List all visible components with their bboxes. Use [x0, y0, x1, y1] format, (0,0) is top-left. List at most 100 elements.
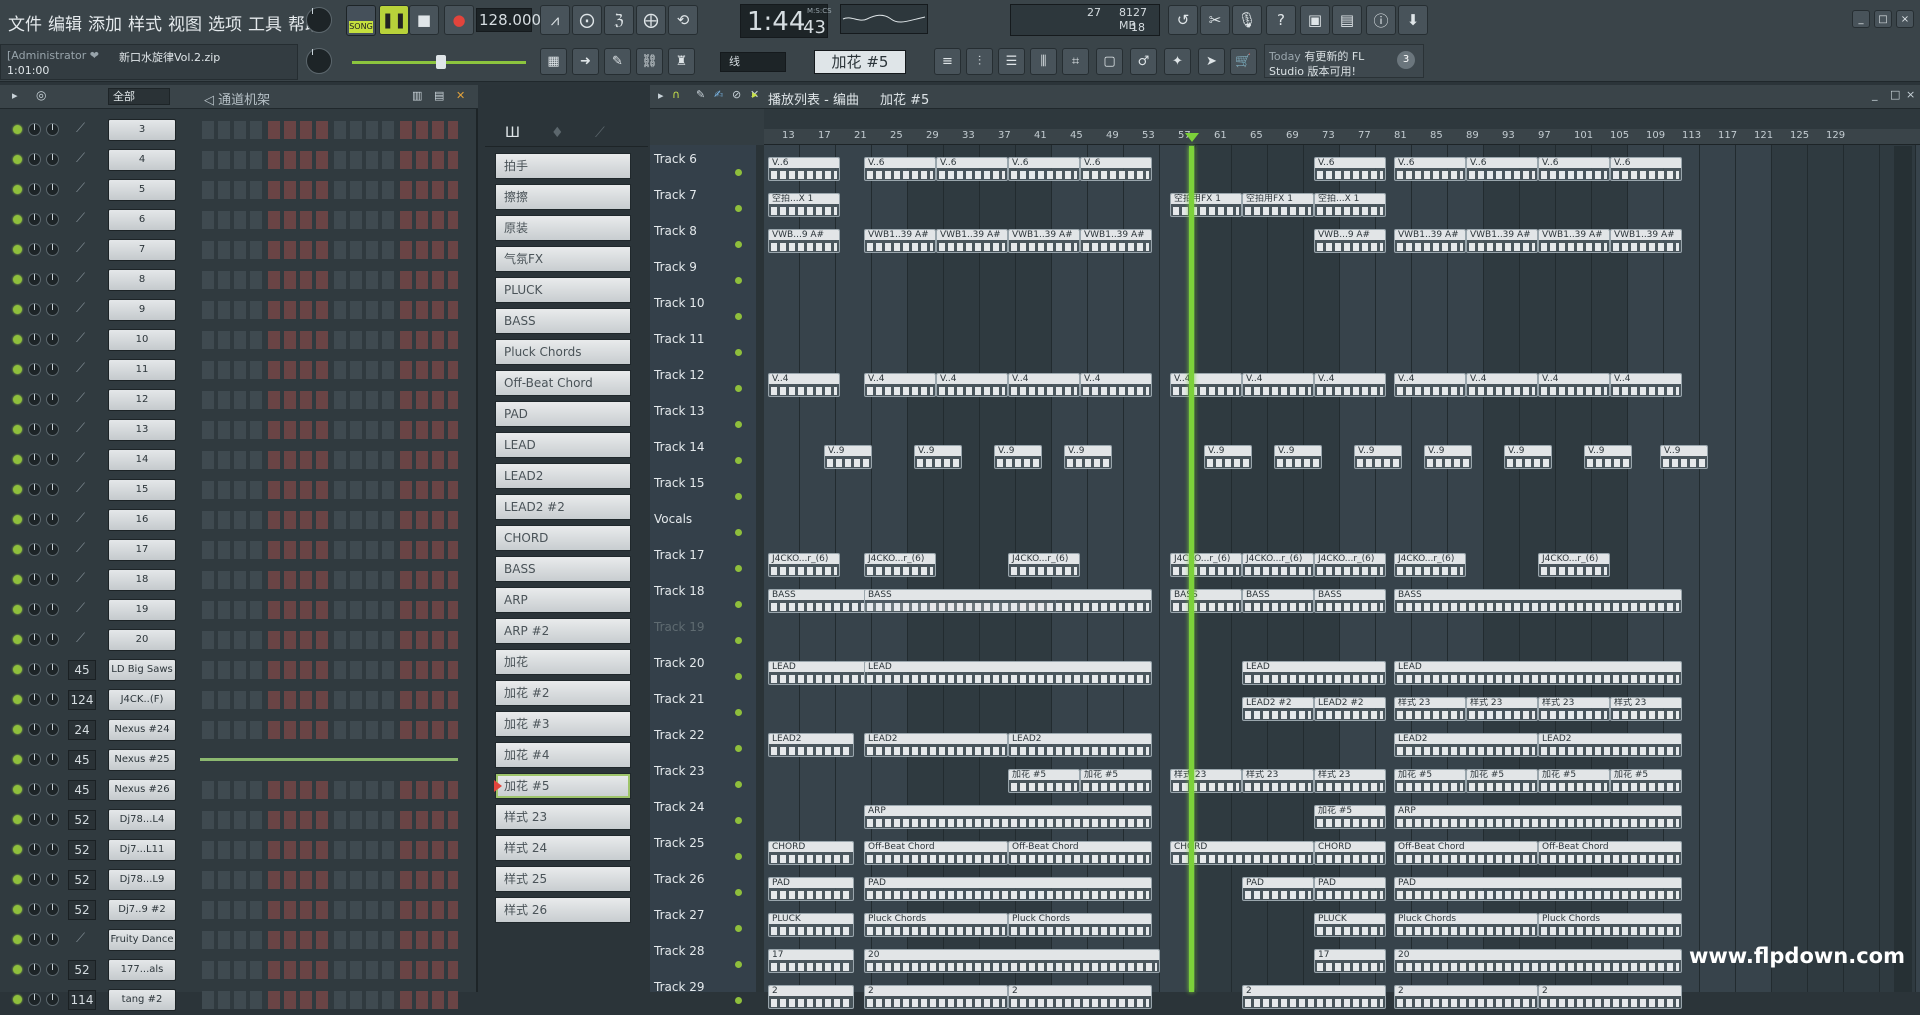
channel-row[interactable]: 52 Dj78...L9 — [0, 865, 478, 895]
track-enable-led[interactable] — [735, 889, 742, 896]
playlist-clip[interactable]: 17 — [1314, 949, 1386, 973]
playlist-clip[interactable]: LEAD — [768, 661, 868, 685]
playlist-clip[interactable]: PAD — [1394, 877, 1682, 901]
playlist-clip[interactable]: V..9 — [824, 445, 872, 469]
playlist-clip[interactable]: CHORD — [768, 841, 854, 865]
channel-row[interactable]: ⟋ 18 — [0, 565, 478, 595]
playlist-clip[interactable]: 加花 #5 — [1314, 805, 1386, 829]
channel-volume-knob[interactable] — [46, 993, 59, 1006]
song-overview[interactable] — [764, 109, 1920, 129]
vertical-scrollbar[interactable] — [1894, 146, 1912, 992]
step-sequencer[interactable] — [202, 571, 458, 589]
channel-volume-knob[interactable] — [46, 753, 59, 766]
mixer-track-number[interactable]: 45 — [68, 660, 96, 680]
mixer-track-number[interactable]: 52 — [68, 810, 96, 830]
undo-icon[interactable]: ↺ — [1168, 5, 1198, 35]
playlist-clip[interactable]: 样式 23 — [1170, 769, 1242, 793]
channel-row[interactable]: ⟋ 9 — [0, 295, 478, 325]
menu-file[interactable]: 文件 — [6, 10, 44, 35]
channel-name-button[interactable]: tang #2 — [108, 989, 176, 1011]
channel-row[interactable]: 52 Dj78...L4 — [0, 805, 478, 835]
playhead-marker[interactable] — [1185, 133, 1199, 142]
playlist-clip[interactable]: 样式 23 — [1466, 697, 1538, 721]
channel-volume-knob[interactable] — [46, 483, 59, 496]
track-name[interactable]: Track 8 — [654, 224, 697, 238]
pattern-item[interactable]: 气氛FX — [495, 246, 631, 272]
track-enable-led[interactable] — [735, 925, 742, 932]
mixer-track-number[interactable]: 45 — [68, 750, 96, 770]
browser-icon[interactable]: ⌗ — [1062, 48, 1089, 75]
step-sequencer[interactable] — [202, 721, 458, 739]
channel-name-button[interactable]: 12 — [108, 389, 176, 411]
track-enable-led[interactable] — [735, 781, 742, 788]
channel-name-button[interactable]: 3 — [108, 119, 176, 141]
playlist-clip[interactable]: PLUCK — [1314, 913, 1386, 937]
channel-volume-knob[interactable] — [46, 363, 59, 376]
channel-pan-knob[interactable] — [28, 183, 41, 196]
step-sequencer[interactable] — [202, 781, 458, 799]
faders-icon[interactable]: ⫼ — [1030, 48, 1057, 75]
close-icon[interactable]: × — [1896, 10, 1914, 28]
cut-icon[interactable]: ✂ — [1200, 5, 1230, 35]
step-sequencer[interactable] — [202, 691, 458, 709]
pattern-item[interactable]: 加花 #5 — [495, 773, 631, 799]
channel-row[interactable]: ⟋ 7 — [0, 235, 478, 265]
playlist-clip[interactable]: V..9 — [1504, 445, 1552, 469]
channel-name-button[interactable]: 7 — [108, 239, 176, 261]
step-sequencer[interactable] — [202, 301, 458, 319]
brush-icon[interactable]: ✎ — [604, 48, 631, 75]
magnet-icon[interactable]: ∩ — [672, 88, 680, 101]
channel-mute-led[interactable] — [13, 695, 22, 704]
channel-name-button[interactable]: LD Big Saws — [108, 659, 176, 681]
channel-mute-led[interactable] — [13, 575, 22, 584]
channel-row[interactable]: 124 J4CK..(F) — [0, 685, 478, 715]
step-sequencer[interactable] — [202, 241, 458, 259]
slider-handle[interactable] — [436, 55, 446, 69]
pattern-item[interactable]: 拍手 — [495, 153, 631, 179]
channel-row[interactable]: ⟋ 5 — [0, 175, 478, 205]
channel-row[interactable]: 52 Dj7..9 #2 — [0, 895, 478, 925]
channel-mute-led[interactable] — [13, 725, 22, 734]
playlist-clip[interactable]: V..4 — [1242, 373, 1314, 397]
pattern-item[interactable]: 加花 #2 — [495, 680, 631, 706]
master-volume-slider[interactable] — [352, 55, 526, 69]
channel-name-button[interactable]: 18 — [108, 569, 176, 591]
playlist-clip[interactable]: LEAD2 — [1538, 733, 1682, 757]
pattern-item[interactable]: PLUCK — [495, 277, 631, 303]
step-sequencer[interactable] — [202, 601, 458, 619]
channel-row[interactable]: 52 177...als — [0, 955, 478, 985]
playlist-clip[interactable]: Off-Beat Chord — [864, 841, 1008, 865]
export-icon[interactable]: ⬇ — [1398, 5, 1428, 35]
pattern-item[interactable]: LEAD — [495, 432, 631, 458]
track-name[interactable]: Track 14 — [654, 440, 704, 454]
channel-mute-led[interactable] — [13, 815, 22, 824]
channel-volume-knob[interactable] — [46, 603, 59, 616]
playlist-clip[interactable]: BASS — [1242, 589, 1314, 613]
shop-icon[interactable]: 🛒 — [1230, 48, 1257, 75]
playlist-clip[interactable]: VWB1..39 A# — [1538, 229, 1610, 253]
track-enable-led[interactable] — [735, 853, 742, 860]
channel-mute-led[interactable] — [13, 845, 22, 854]
playlist-clip[interactable]: 样式 23 — [1610, 697, 1682, 721]
picker-tab-patterns[interactable]: Ш — [505, 125, 520, 141]
channel-mute-led[interactable] — [13, 455, 22, 464]
playlist-clip[interactable]: VWB...9 A# — [1314, 229, 1386, 253]
playlist-clip[interactable]: Pluck Chords — [864, 913, 1008, 937]
channel-name-button[interactable]: 9 — [108, 299, 176, 321]
play-button[interactable]: ❚❚ — [379, 5, 409, 35]
playlist-clip[interactable]: BASS — [1170, 589, 1242, 613]
menu-add[interactable]: 添加 — [86, 10, 124, 35]
help-icon[interactable]: ? — [1266, 5, 1296, 35]
track-enable-led[interactable] — [735, 421, 742, 428]
playlist-clip[interactable]: V..6 — [1394, 157, 1466, 181]
playlist-clip[interactable]: 样式 23 — [1314, 769, 1386, 793]
channel-row[interactable]: ⟋ 3 — [0, 115, 478, 145]
channel-mute-led[interactable] — [13, 425, 22, 434]
channel-pan-knob[interactable] — [28, 963, 41, 976]
channel-pan-knob[interactable] — [28, 273, 41, 286]
playlist-clip[interactable]: LEAD2 — [864, 733, 1008, 757]
playlist-clip[interactable]: V..9 — [1424, 445, 1472, 469]
track-name[interactable]: Track 22 — [654, 728, 704, 742]
track-name[interactable]: Track 15 — [654, 476, 704, 490]
channel-volume-knob[interactable] — [46, 903, 59, 916]
